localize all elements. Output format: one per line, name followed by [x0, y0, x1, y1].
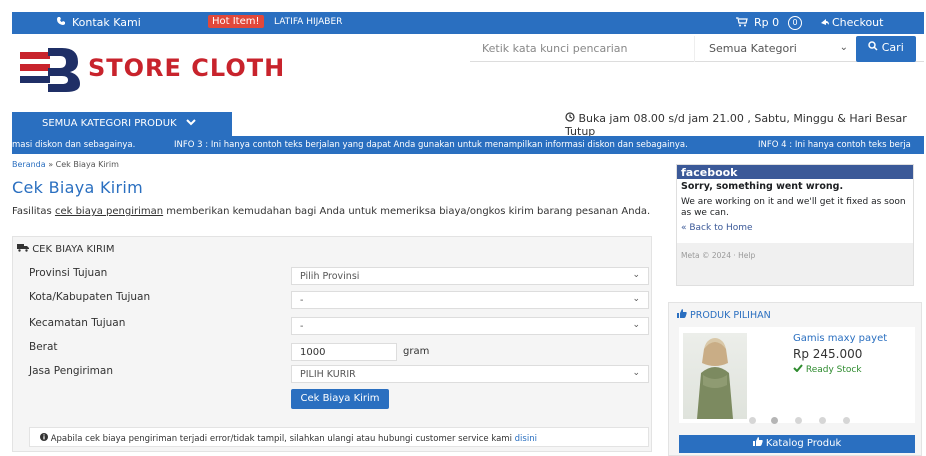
- panel-header: CEK BIAYA KIRIM: [17, 243, 114, 255]
- featured-products: PRODUK PILIHAN Gamis maxy payet Rp 245.0…: [668, 302, 922, 456]
- chevron-down-icon: ⌄: [632, 320, 640, 330]
- site-logo[interactable]: STORE CLOTH: [18, 44, 298, 94]
- page-description: Fasilitas cek biaya pengiriman memberika…: [12, 206, 652, 218]
- marquee-item: INFO 3 : Ini hanya contoh teks berjalan …: [174, 140, 688, 150]
- all-categories-button[interactable]: SEMUA KATEGORI PRODUK: [12, 112, 232, 136]
- thumbs-up-icon: [752, 437, 766, 449]
- weight-label: Berat: [29, 341, 58, 353]
- product-card[interactable]: Gamis maxy payet Rp 245.000 Ready Stock: [679, 327, 915, 423]
- page-title: Cek Biaya Kirim: [12, 178, 143, 197]
- breadcrumb-separator: »: [48, 160, 54, 169]
- desc-suffix: memberikan kemudahan bagi Anda untuk mem…: [163, 206, 651, 217]
- province-select[interactable]: Pilih Provinsi ⌄: [291, 267, 649, 285]
- panel-title: CEK BIAYA KIRIM: [32, 244, 115, 255]
- facebook-error-message: We are working on it and we'll get it fi…: [681, 197, 906, 218]
- district-select[interactable]: - ⌄: [291, 317, 649, 335]
- search-bar: Ketik kata kunci pencarian Semua Kategor…: [470, 36, 924, 62]
- city-select-value: -: [300, 295, 304, 306]
- product-stock-label: Ready Stock: [805, 365, 862, 375]
- product-stock: Ready Stock: [793, 364, 862, 375]
- breadcrumb: Beranda » Cek Biaya Kirim: [12, 160, 119, 169]
- category-select[interactable]: Semua Kategori ⌄: [694, 36, 856, 62]
- carousel-dot[interactable]: [819, 417, 826, 424]
- facebook-footer: [677, 243, 913, 285]
- district-label: Kecamatan Tujuan: [29, 317, 126, 329]
- truck-icon: [17, 244, 32, 255]
- product-price: Rp 245.000: [793, 347, 863, 361]
- search-button[interactable]: Cari: [856, 36, 916, 62]
- info-marquee: masi diskon dan sebagainya. INFO 3 : Ini…: [12, 136, 924, 154]
- product-name[interactable]: Gamis maxy payet: [793, 333, 887, 344]
- province-label: Provinsi Tujuan: [29, 267, 108, 279]
- courier-label: Jasa Pengiriman: [29, 365, 113, 377]
- facebook-brand: facebook: [677, 165, 913, 179]
- carousel-dots: [749, 417, 850, 425]
- product-image[interactable]: [683, 333, 747, 419]
- help-note: Apabila cek biaya pengiriman terjadi err…: [29, 427, 649, 447]
- marquee-item: INFO 4 : Ini hanya contoh teks berja: [758, 140, 911, 150]
- search-button-label: Cari: [881, 41, 904, 54]
- checkout-link[interactable]: Checkout: [832, 16, 883, 29]
- clock-icon: [565, 112, 579, 125]
- facebook-back-link[interactable]: « Back to Home: [681, 223, 753, 233]
- city-select[interactable]: - ⌄: [291, 291, 649, 309]
- phone-icon: [56, 16, 66, 29]
- featured-title: PRODUK PILIHAN: [690, 310, 771, 321]
- province-select-value: Pilih Provinsi: [300, 271, 360, 282]
- logo-text: STORE CLOTH: [88, 54, 286, 82]
- desc-prefix: Fasilitas: [12, 206, 55, 217]
- desc-link[interactable]: cek biaya pengiriman: [55, 206, 163, 217]
- facebook-meta: Meta © 2024 · Help: [681, 251, 756, 260]
- chevron-down-icon: ⌄: [632, 294, 640, 304]
- logo-mark: [20, 48, 80, 92]
- courier-select[interactable]: PILIH KURIR ⌄: [291, 365, 649, 383]
- carousel-dot[interactable]: [749, 417, 756, 424]
- city-label: Kota/Kabupaten Tujuan: [29, 291, 151, 303]
- carousel-dot[interactable]: [771, 417, 778, 424]
- check-icon: [793, 364, 806, 375]
- store-hours: Buka jam 08.00 s/d jam 21.00 , Sabtu, Mi…: [565, 112, 926, 138]
- district-select-value: -: [300, 321, 304, 332]
- all-categories-label: SEMUA KATEGORI PRODUK: [42, 118, 177, 129]
- breadcrumb-current: Cek Biaya Kirim: [55, 160, 119, 169]
- breadcrumb-home[interactable]: Beranda: [12, 160, 46, 169]
- chevron-down-icon: [186, 118, 196, 129]
- courier-select-value: PILIH KURIR: [300, 369, 356, 380]
- search-input[interactable]: Ketik kata kunci pencarian: [482, 42, 628, 55]
- top-bar: Kontak Kami Hot Item! LATIFA HIJABER Rp …: [12, 12, 924, 34]
- shipping-cost-panel: CEK BIAYA KIRIM Provinsi Tujuan Pilih Pr…: [12, 236, 652, 452]
- chevron-down-icon: ⌄: [839, 42, 848, 53]
- marquee-item: masi diskon dan sebagainya.: [12, 140, 136, 150]
- catalog-button[interactable]: Katalog Produk: [679, 435, 915, 453]
- search-icon: [868, 41, 882, 54]
- carousel-dot[interactable]: [843, 417, 850, 424]
- featured-header: PRODUK PILIHAN: [677, 309, 771, 321]
- chevron-down-icon: ⌄: [632, 270, 640, 280]
- hot-item-link[interactable]: LATIFA HIJABER: [274, 17, 342, 27]
- catalog-button-label: Katalog Produk: [765, 438, 842, 449]
- check-cost-button[interactable]: Cek Biaya Kirim: [291, 389, 389, 409]
- store-hours-text: Buka jam 08.00 s/d jam 21.00 , Sabtu, Mi…: [565, 112, 907, 138]
- info-icon: [40, 433, 51, 444]
- weight-input[interactable]: 1000: [291, 343, 397, 361]
- cart-count-badge: 0: [788, 16, 802, 30]
- hot-item-badge: Hot Item!: [208, 15, 264, 28]
- weight-unit: gram: [403, 346, 430, 357]
- thumbs-up-icon: [677, 309, 690, 321]
- help-note-link[interactable]: disini: [515, 434, 537, 444]
- cart-icon[interactable]: [736, 17, 748, 30]
- carousel-dot[interactable]: [795, 417, 802, 424]
- arrow-icon: [820, 17, 830, 30]
- category-select-value: Semua Kategori: [709, 42, 797, 55]
- cart-total[interactable]: Rp 0: [754, 16, 779, 29]
- contact-link[interactable]: Kontak Kami: [72, 16, 141, 29]
- help-note-text: Apabila cek biaya pengiriman terjadi err…: [50, 434, 512, 444]
- chevron-down-icon: ⌄: [632, 368, 640, 378]
- facebook-widget: facebook Sorry, something went wrong. We…: [676, 164, 914, 286]
- facebook-error-title: Sorry, something went wrong.: [681, 181, 844, 192]
